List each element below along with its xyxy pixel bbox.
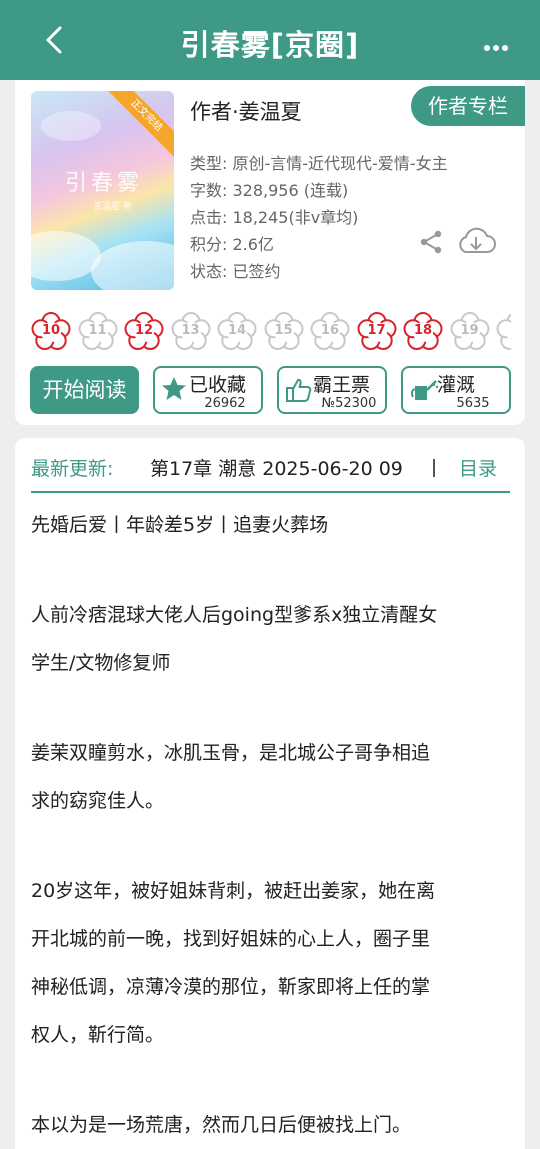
flower-icon[interactable]: 13 <box>171 312 211 352</box>
flower-icon[interactable]: 12 <box>124 312 164 352</box>
flower-icon[interactable]: 17 <box>357 312 397 352</box>
book-type: 类型: 原创-言情-近代现代-爱情-女主 <box>190 154 448 173</box>
watering-can-icon <box>410 380 439 400</box>
flower-icon[interactable]: 11 <box>78 312 118 352</box>
flower-icon[interactable] <box>496 312 511 352</box>
flower-number: 18 <box>413 323 433 338</box>
cover-badge: 正文完结 <box>104 91 174 158</box>
more-dots-icon[interactable] <box>484 36 511 55</box>
water-label: 灌溉 <box>437 374 476 396</box>
book-score: 积分: 2.6亿 <box>190 235 274 254</box>
latest-chapter-link[interactable]: 第17章 潮意 2025-06-20 09 <box>150 454 437 481</box>
thumbs-up-icon <box>286 378 312 402</box>
flower-number: 14 <box>227 323 247 338</box>
app-header: 引春雾[京圈] <box>0 0 540 80</box>
favorite-label: 已收藏 <box>189 374 247 396</box>
divider <box>433 459 435 477</box>
ticket-count: №52300 <box>321 396 377 411</box>
flower-number: 12 <box>134 323 154 338</box>
star-icon <box>162 377 186 400</box>
favorite-count: 26962 <box>204 396 246 411</box>
author-column-button[interactable]: 作者专栏 <box>411 86 525 126</box>
cover-title: 引春雾 <box>65 171 144 196</box>
flower-icon[interactable]: 16 <box>310 312 350 352</box>
ticket-button[interactable]: 霸王票 №52300 <box>277 366 387 414</box>
share-icon[interactable] <box>419 229 443 255</box>
page-title: 引春雾[京圈] <box>180 28 360 62</box>
flower-icon[interactable]: 14 <box>217 312 257 352</box>
ticket-label: 霸王票 <box>313 374 371 396</box>
flower-number: 15 <box>274 323 293 338</box>
flower-number: 11 <box>88 323 107 338</box>
flower-number: 16 <box>320 323 340 338</box>
book-clicks: 点击: 18,245(非v章均) <box>190 208 359 227</box>
book-status: 状态: 已签约 <box>190 262 281 281</box>
author-name[interactable]: 作者·姜温夏 <box>190 96 302 126</box>
water-count: 5635 <box>456 396 490 411</box>
book-words: 字数: 328,956 (连载) <box>190 181 349 200</box>
flower-icon[interactable]: 10 <box>31 312 71 352</box>
flower-icon[interactable]: 19 <box>450 312 490 352</box>
flower-rating-row: 10 11 12 13 14 15 16 17 18 19 <box>31 312 511 352</box>
intro-line: 姜茉双瞳剪水，冰肌玉骨，是北城公子哥争相追 <box>31 742 431 764</box>
intro-line: 学生/文物修复师 <box>31 652 171 674</box>
flower-number: 17 <box>367 323 386 338</box>
flower-icon[interactable]: 15 <box>264 312 304 352</box>
book-cover[interactable]: 引春雾 姜温夏 著 正文完结 <box>31 91 174 290</box>
cover-subtitle: 姜温夏 著 <box>93 202 132 212</box>
intro-line: 求的窈窕佳人。 <box>31 790 165 812</box>
flower-number: 13 <box>181 323 200 338</box>
intro-line: 人前冷痞混球大佬人后going型爹系x独立清醒女 <box>31 604 438 626</box>
flower-number: 10 <box>41 323 61 338</box>
table-of-contents-link[interactable]: 目录 <box>459 454 497 481</box>
intro-line: 20岁这年，被好姐妹背刺，被赶出姜家，她在离 <box>31 880 436 902</box>
intro-line: 先婚后爱丨年龄差5岁丨追妻火葬场 <box>31 514 329 536</box>
chevron-left-icon[interactable] <box>38 22 72 58</box>
intro-line: 神秘低调，凉薄冷漠的那位，靳家即将上任的掌 <box>31 976 431 998</box>
intro-line: 权人，靳行简。 <box>31 1024 165 1046</box>
divider <box>31 491 510 493</box>
download-cloud-icon[interactable] <box>455 226 497 258</box>
intro-line: 本以为是一场荒唐，然而几日后便被找上门。 <box>31 1114 412 1136</box>
flower-icon[interactable]: 18 <box>403 312 443 352</box>
start-reading-button[interactable]: 开始阅读 <box>30 366 139 414</box>
intro-line: 开北城的前一晚，找到好姐妹的心上人，圈子里 <box>31 928 431 950</box>
latest-update-label: 最新更新: <box>31 458 114 480</box>
favorite-button[interactable]: 已收藏 26962 <box>153 366 263 414</box>
water-button[interactable]: 灌溉 5635 <box>401 366 511 414</box>
flower-number: 19 <box>460 323 479 338</box>
